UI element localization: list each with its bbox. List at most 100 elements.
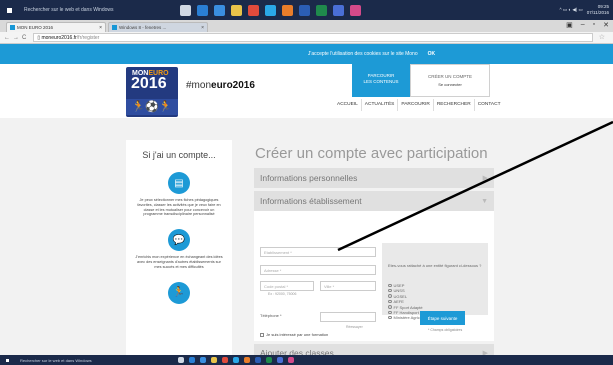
entity-option-label: UGSEL <box>393 293 408 299</box>
cookie-text: J'accepte l'utilisation des cookies sur … <box>307 51 418 57</box>
hashtag-prefix: #mon <box>186 80 212 91</box>
tab-title: MON EURO 2016 <box>17 25 54 30</box>
tab-windows[interactable]: Windows 8 - fenetres ... × <box>108 22 208 32</box>
url-path: /fr/register <box>76 34 100 41</box>
store-icon[interactable] <box>214 4 225 16</box>
minimize-button[interactable]: – <box>581 21 585 29</box>
moneuro-logo[interactable]: MON EURO 2016 🏃⚽🏃 <box>126 67 178 117</box>
radio-icon[interactable] <box>388 299 392 304</box>
photos-icon[interactable] <box>288 357 294 363</box>
windows-taskbar-bottom: Rechercher sur le web et dans Windows <box>0 355 613 365</box>
word-icon[interactable] <box>299 4 310 16</box>
windows-logo-icon <box>4 357 10 363</box>
nav-item-0[interactable]: ACCUEIL <box>334 99 362 111</box>
telephone-retry-hint[interactable]: Réessayer <box>346 325 363 329</box>
explorer-icon[interactable] <box>211 357 217 363</box>
accordion-label: Informations personnelles <box>260 173 358 183</box>
profile-icon[interactable]: ▣ <box>566 21 573 29</box>
radio-icon[interactable] <box>388 305 392 309</box>
windows-start-button[interactable] <box>0 355 14 365</box>
next-step-button[interactable]: Étape suivante <box>420 311 465 325</box>
taskbar-clock[interactable]: 09:25 07/11/2016 <box>587 4 609 16</box>
etablissement-input[interactable]: Etablissement * <box>260 247 376 257</box>
maximize-button[interactable]: ▫ <box>593 21 595 29</box>
excel-icon[interactable] <box>316 4 327 16</box>
code-postal-input[interactable]: Code postal * <box>260 281 314 291</box>
tab-close-icon[interactable]: × <box>201 25 204 31</box>
reload-icon[interactable]: C <box>22 35 26 41</box>
firefox-icon[interactable] <box>244 357 250 363</box>
skype-icon[interactable] <box>233 357 239 363</box>
main-nav: ACCUEIL ACTUALITÉS PARCOURIR RECHERCHER CONT… <box>334 99 504 111</box>
firefox-icon[interactable] <box>282 4 293 16</box>
tab-title: Windows 8 - fenetres ... <box>119 25 167 30</box>
url-domain: moneuro2016.fr <box>41 34 77 41</box>
sidebar-title: Si j'ai un compte... <box>142 150 216 160</box>
system-tray: ^ ▭ ◐ ◀) ▭ 09:25 07/11/2016 <box>560 0 610 20</box>
entity-option-label: USEP <box>393 283 405 288</box>
checkbox-box[interactable] <box>260 332 264 337</box>
cookie-ok-button[interactable]: OK <box>428 51 436 57</box>
adresse-input[interactable]: Adresse * <box>260 265 376 275</box>
site-hashtag: #moneuro2016 <box>186 80 255 91</box>
radio-icon[interactable] <box>388 283 392 287</box>
taskbar-search-box[interactable]: Rechercher sur le web et dans Windows <box>18 3 158 17</box>
edge-icon[interactable] <box>189 357 195 363</box>
nav-item-3[interactable]: RECHERCHER <box>434 99 475 111</box>
sidebar-block1: Je peux sélectionner mes fiches pédagogi… <box>137 198 221 217</box>
parcourir-contenus-button[interactable]: PARCOURIR LES CONTENUS <box>352 64 410 97</box>
browser-toolbar: ← → C ▯ moneuro2016.fr /fr/register ☆ <box>0 32 613 44</box>
chevron-right-icon: ▶ <box>482 175 488 182</box>
task-view-icon[interactable] <box>178 357 184 363</box>
radio-icon[interactable] <box>388 310 392 315</box>
formation-checkbox[interactable]: Je suis intéressé par une formation <box>260 332 328 337</box>
telephone-input[interactable] <box>320 312 376 322</box>
required-note: * Champs obligatoires <box>428 328 463 332</box>
radio-icon[interactable] <box>388 315 392 320</box>
create-account-button[interactable]: CRÉER UN COMPTE Se connecter <box>410 64 490 97</box>
windows-start-button[interactable] <box>0 0 18 20</box>
window-controls: ▣ – ▫ ✕ <box>566 21 609 29</box>
taskbar-apps <box>180 4 361 16</box>
windows-taskbar: Rechercher sur le web et dans Windows ^ … <box>0 0 613 20</box>
nav-item-1[interactable]: ACTUALITÉS <box>362 99 399 111</box>
taskbar-apps <box>178 357 294 363</box>
radio-icon[interactable] <box>388 288 392 293</box>
teams-icon[interactable] <box>333 4 344 16</box>
forward-icon[interactable]: → <box>13 35 19 41</box>
photos-icon[interactable] <box>350 4 361 16</box>
skype-icon[interactable] <box>265 4 276 16</box>
bookmark-star-icon[interactable]: ☆ <box>599 33 605 41</box>
tray-icons[interactable]: ^ ▭ ◐ ◀) ▭ <box>560 7 583 13</box>
ville-input[interactable]: Ville * <box>320 281 376 291</box>
address-bar[interactable]: ▯ moneuro2016.fr /fr/register <box>33 33 594 42</box>
close-window-button[interactable]: ✕ <box>603 21 609 29</box>
chrome-icon[interactable] <box>222 357 228 363</box>
tab-moneuro[interactable]: MON EURO 2016 × <box>6 22 106 32</box>
nav-item-2[interactable]: PARCOURIR <box>398 99 434 111</box>
tab-close-icon[interactable]: × <box>99 25 102 31</box>
edge-icon[interactable] <box>197 4 208 16</box>
taskbar-search-box[interactable]: Rechercher sur le web et dans Windows <box>14 356 154 364</box>
back-icon[interactable]: ← <box>4 35 10 41</box>
teams-icon[interactable] <box>277 357 283 363</box>
store-icon[interactable] <box>200 357 206 363</box>
favicon-icon <box>112 25 117 30</box>
chrome-icon[interactable] <box>248 4 259 16</box>
logo-year: 2016 <box>131 75 167 92</box>
accordion-personal-info[interactable]: Informations personnelles ▶ <box>254 168 494 188</box>
accordion-etab-info[interactable]: Informations établissement ▼ <box>254 191 494 211</box>
logo-figures-icon: 🏃⚽🏃 <box>126 99 178 115</box>
task-view-icon[interactable] <box>180 4 191 16</box>
excel-icon[interactable] <box>266 357 272 363</box>
accordion-label: Informations établissement <box>260 196 362 206</box>
chevron-down-icon: ▼ <box>481 197 488 205</box>
word-icon[interactable] <box>255 357 261 363</box>
hashtag-bold: euro2016 <box>211 80 255 91</box>
login-link[interactable]: Se connecter <box>411 83 489 87</box>
radio-icon[interactable] <box>388 294 392 298</box>
explorer-icon[interactable] <box>231 4 242 16</box>
folder-icon: ▤ <box>168 172 190 194</box>
windows-logo-icon <box>5 6 13 14</box>
nav-item-4[interactable]: CONTACT <box>475 99 504 111</box>
